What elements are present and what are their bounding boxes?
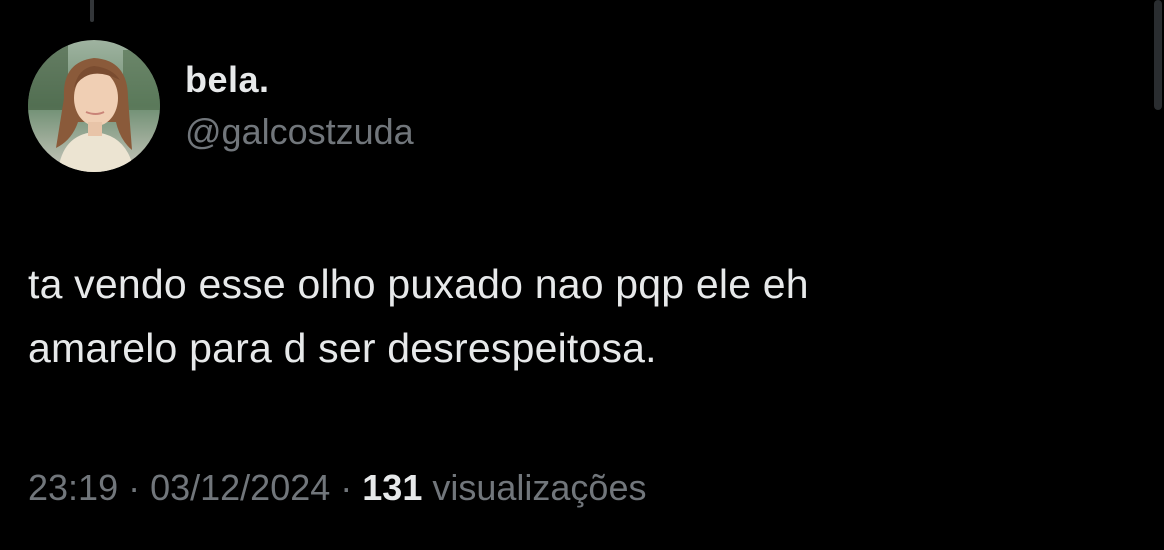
- avatar-photo: [28, 40, 160, 172]
- tweet-metadata: 23:19 · 03/12/2024 · 131 visualizações: [28, 466, 646, 510]
- separator: ·: [128, 467, 141, 508]
- user-handle[interactable]: @galcostzuda: [185, 110, 414, 154]
- scrollbar[interactable]: [1154, 0, 1162, 110]
- separator: ·: [340, 467, 353, 508]
- tweet-time[interactable]: 23:19: [28, 467, 118, 508]
- views-count[interactable]: 131: [362, 467, 422, 508]
- thread-connector-line: [90, 0, 94, 22]
- views-label[interactable]: visualizações: [432, 467, 646, 508]
- avatar[interactable]: [28, 40, 160, 172]
- display-name[interactable]: bela.: [185, 58, 414, 102]
- tweet-text: ta vendo esse olho puxado nao pqp ele eh…: [28, 261, 809, 371]
- tweet-date[interactable]: 03/12/2024: [150, 467, 330, 508]
- user-info: bela. @galcostzuda: [185, 58, 414, 154]
